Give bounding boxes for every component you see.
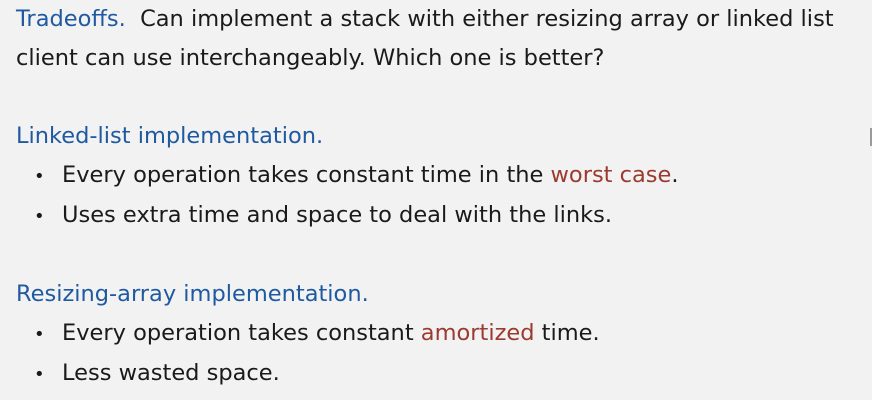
intro-line-2: client can use interchangeably. Which on… — [16, 39, 872, 78]
linked-bullet-1: • Every operation takes constant time in … — [16, 156, 872, 196]
resizing-bullet-1: • Every operation takes constant amortize… — [16, 314, 872, 354]
intro-line-1: Tradeoffs. Can implement a stack with ei… — [16, 0, 872, 39]
resizing-array-heading: Resizing-array implementation. — [16, 281, 369, 307]
bullet-icon: • — [34, 364, 45, 385]
resizing-bullet-2-text: Less wasted space. — [62, 360, 280, 386]
linked-bullet-1-pre: Every operation takes constant time in t… — [62, 162, 551, 188]
slide-content: Tradeoffs. Can implement a stack with ei… — [16, 0, 872, 394]
resizing-bullet-1-pre: Every operation takes constant — [62, 320, 421, 346]
tradeoffs-label: Tradeoffs. — [16, 6, 126, 32]
linked-bullet-2: • Uses extra time and space to deal with … — [16, 196, 872, 236]
bullet-icon: • — [34, 166, 45, 187]
intro-text-1: Can implement a stack with either resizi… — [140, 6, 834, 32]
linked-list-heading: Linked-list implementation. — [16, 123, 324, 149]
resizing-bullet-1-post: time. — [534, 320, 600, 346]
bullet-icon: • — [34, 206, 45, 227]
linked-bullet-2-text: Uses extra time and space to deal with t… — [62, 202, 612, 228]
worst-case-term: worst case — [550, 162, 672, 188]
resizing-bullet-2: • Less wasted space. — [16, 354, 872, 394]
amortized-term: amortized — [420, 320, 535, 346]
bullet-icon: • — [34, 324, 45, 345]
linked-bullet-1-post: . — [671, 162, 679, 188]
intro-text-2: client can use interchangeably. Which on… — [16, 45, 605, 71]
